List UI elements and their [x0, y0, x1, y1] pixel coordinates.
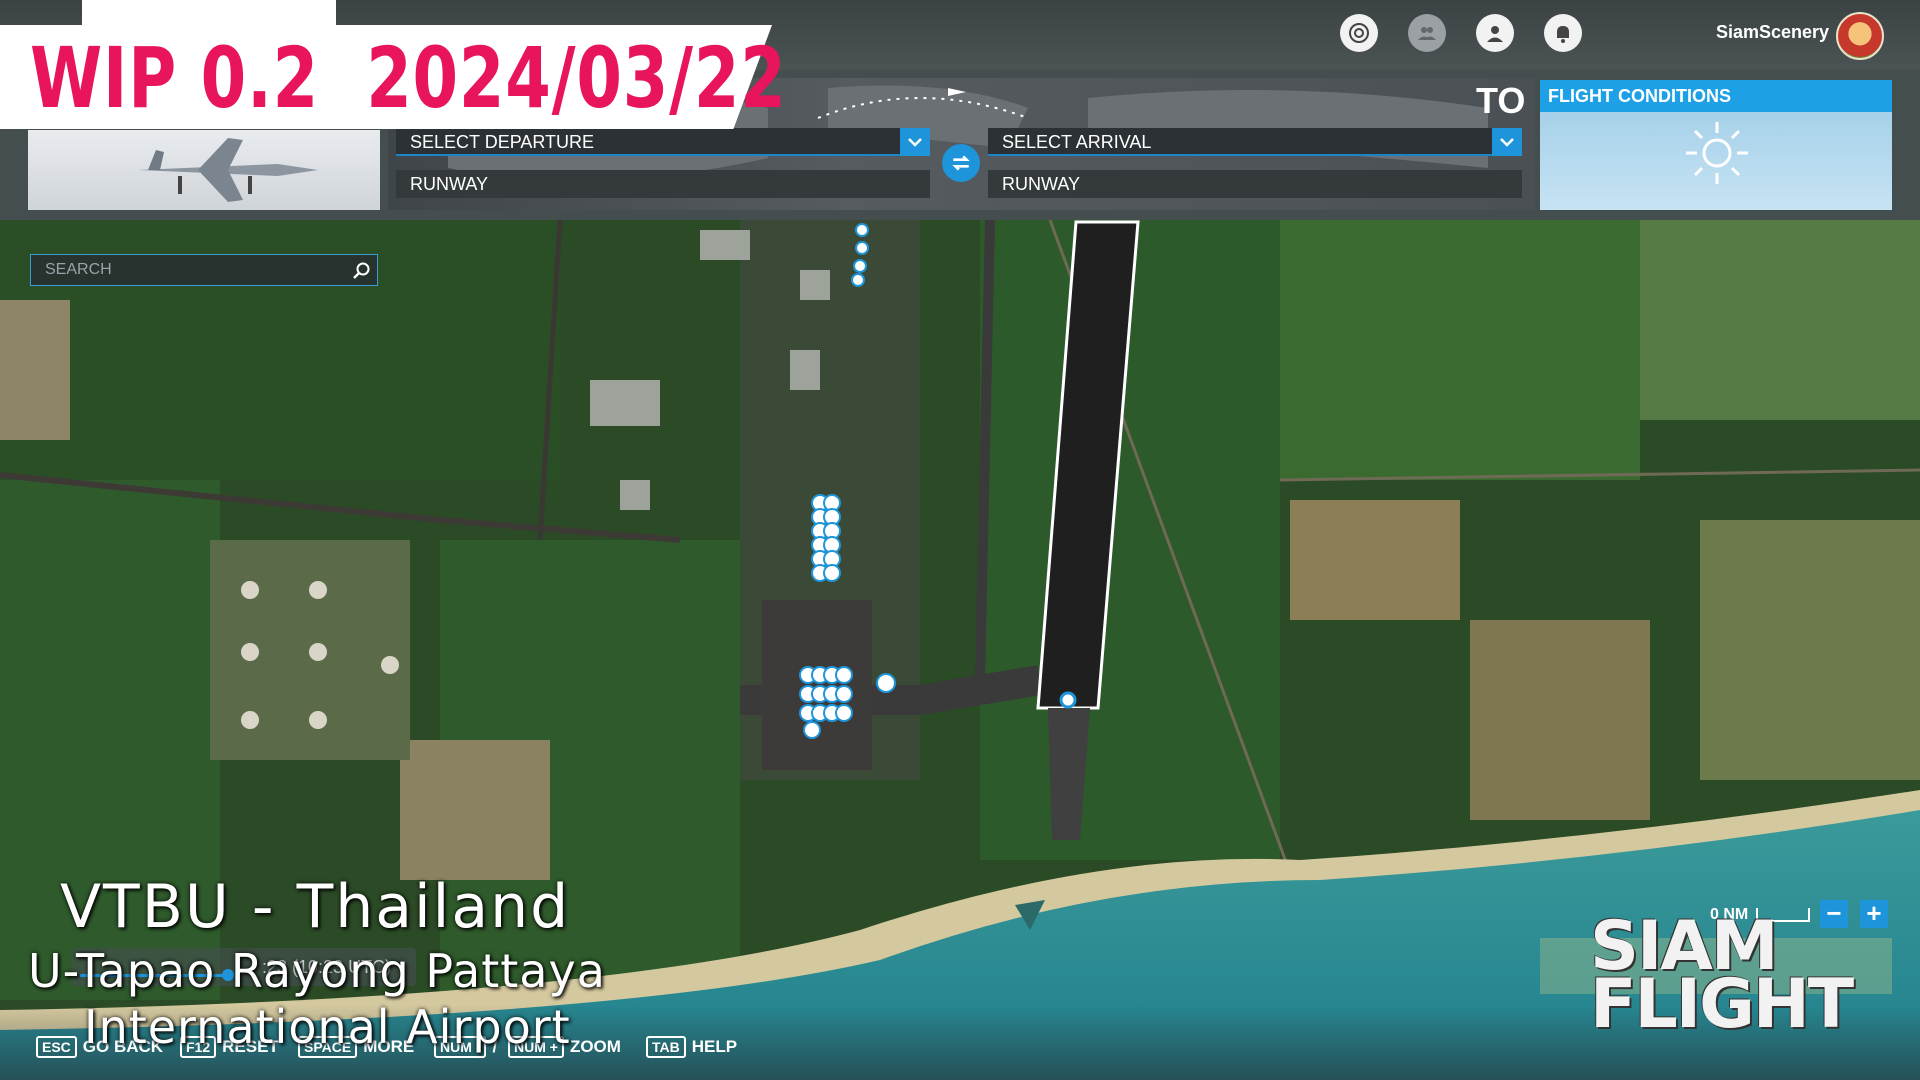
airport-code-title: VTBU - Thailand — [60, 872, 571, 942]
zoom-in-button[interactable]: + — [1860, 900, 1888, 928]
aircraft-thumbnail[interactable] — [28, 130, 380, 210]
key-label: HELP — [691, 1037, 738, 1056]
departure-runway-label: RUNWAY — [410, 174, 488, 194]
arrival-placeholder: SELECT ARRIVAL — [1002, 132, 1152, 152]
sun-icon — [1686, 122, 1748, 184]
key-label: ZOOM — [569, 1037, 621, 1056]
departure-placeholder: SELECT DEPARTURE — [410, 132, 595, 152]
flight-conditions-title: FLIGHT CONDITIONS — [1540, 80, 1892, 112]
search-input[interactable]: SEARCH — [30, 254, 378, 286]
logo-line-2: FLIGHT — [1590, 965, 1854, 1044]
arrival-select[interactable]: SELECT ARRIVAL — [988, 128, 1522, 156]
airport-name-line-1: U-Tapao Rayong Pattaya — [28, 944, 606, 998]
departure-runway-select[interactable]: RUNWAY — [396, 170, 930, 198]
help-key[interactable]: TAB HELP — [646, 1036, 737, 1058]
airport-name-line-2: International Airport — [84, 1000, 571, 1054]
to-label: TO — [1476, 80, 1526, 121]
banner-tab — [82, 0, 336, 26]
wip-banner-text: WIP 0.2 2024/03/22 — [30, 29, 787, 127]
chevron-down-icon[interactable] — [900, 128, 930, 156]
key-cap: TAB — [646, 1036, 686, 1058]
siam-flight-logo: SIAM FLIGHT — [1590, 913, 1854, 1044]
avatar[interactable] — [1836, 12, 1884, 60]
notifications-icon[interactable] — [1544, 14, 1582, 52]
search-placeholder: SEARCH — [45, 261, 112, 278]
top-icon-group — [1340, 14, 1582, 52]
search-icon[interactable] — [351, 261, 371, 281]
arrival-runway-select[interactable]: RUNWAY — [988, 170, 1522, 198]
departure-select[interactable]: SELECT DEPARTURE — [396, 128, 930, 156]
multiplayer-icon[interactable] — [1408, 14, 1446, 52]
swap-route-button[interactable] — [942, 144, 980, 182]
chevron-down-icon[interactable] — [1492, 128, 1522, 156]
profile-icon[interactable] — [1476, 14, 1514, 52]
flight-conditions-card[interactable]: FLIGHT CONDITIONS — [1540, 80, 1892, 210]
arrival-runway-label: RUNWAY — [1002, 174, 1080, 194]
key-cap: ESC — [36, 1036, 77, 1058]
username: SiamScenery — [1716, 22, 1830, 42]
compass-icon[interactable] — [1340, 14, 1378, 52]
